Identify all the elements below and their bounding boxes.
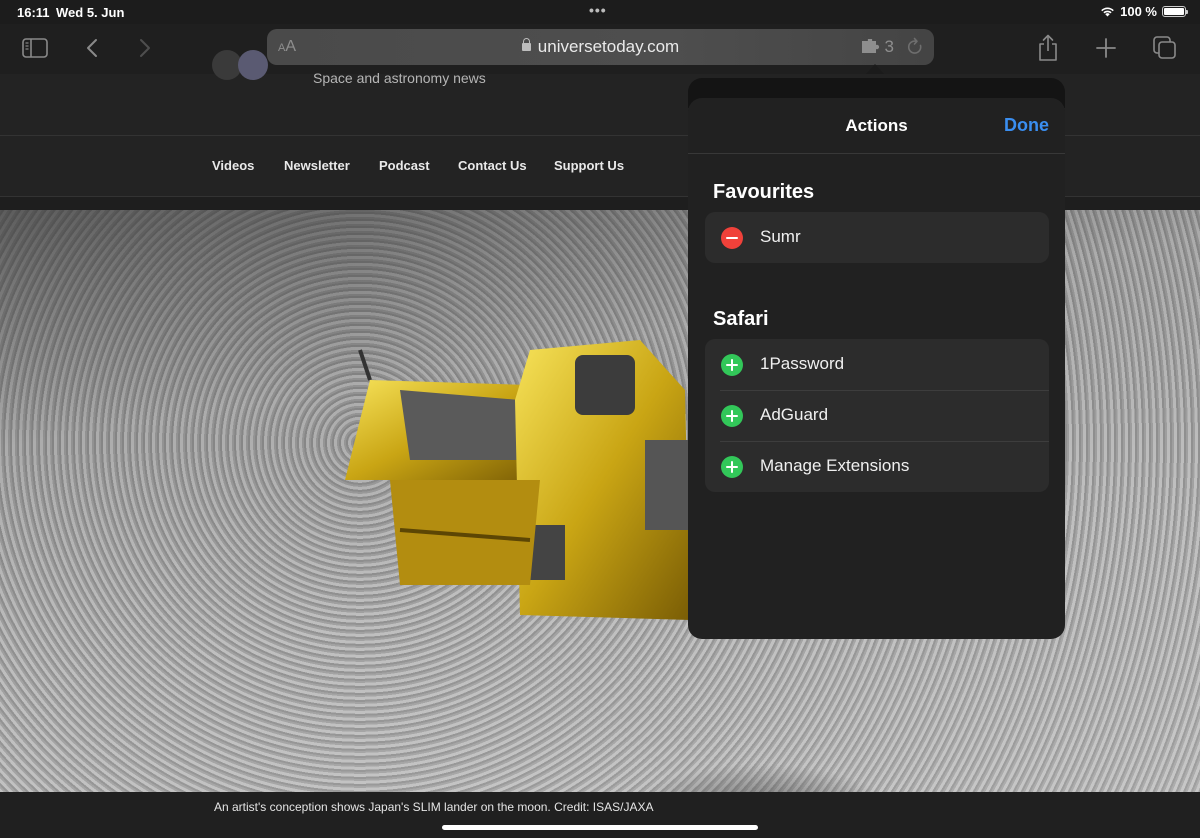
list-item-label: Sumr <box>760 227 801 246</box>
battery-percentage: 100 % <box>1120 4 1157 19</box>
image-caption: An artist's conception shows Japan's SLI… <box>214 800 654 814</box>
remove-circle-icon[interactable] <box>721 227 743 249</box>
favourites-group: Sumr <box>705 212 1049 263</box>
battery-icon <box>1162 6 1188 17</box>
home-indicator[interactable] <box>442 825 758 830</box>
site-logo[interactable] <box>212 50 272 80</box>
safari-toolbar: AA universetoday.com 3 <box>0 24 1200 74</box>
status-date: Wed 5. Jun <box>56 5 125 20</box>
address-bar[interactable]: AA universetoday.com 3 <box>267 29 934 65</box>
new-tab-icon[interactable] <box>1091 34 1121 62</box>
lander-illustration <box>345 340 690 620</box>
share-icon[interactable] <box>1033 34 1063 62</box>
tabs-overview-icon[interactable] <box>1150 34 1180 62</box>
safari-group: 1Password AdGuard Manage Extensions <box>705 339 1049 492</box>
section-title-favourites: Favourites <box>713 181 815 203</box>
list-item-label: AdGuard <box>760 405 829 424</box>
add-circle-icon[interactable] <box>721 354 743 376</box>
extension-count: 3 <box>884 37 894 56</box>
nav-link-videos[interactable]: Videos <box>212 158 254 173</box>
puzzle-piece-icon <box>861 39 879 53</box>
add-circle-icon[interactable] <box>721 405 743 427</box>
site-tagline: Space and astronomy news <box>313 70 486 86</box>
nav-link-support-us[interactable]: Support Us <box>554 158 624 173</box>
list-item-label: Manage Extensions <box>760 456 910 475</box>
popover-header: Actions Done <box>688 98 1065 154</box>
list-item-1password[interactable]: 1Password <box>705 339 1049 390</box>
url-text: universetoday.com <box>537 37 680 56</box>
done-button[interactable]: Done <box>1004 115 1049 136</box>
back-icon[interactable] <box>77 34 107 62</box>
status-time: 16:11 <box>17 5 50 20</box>
sidebar-icon[interactable] <box>20 34 50 62</box>
wifi-icon <box>1101 7 1114 17</box>
nav-link-contact-us[interactable]: Contact Us <box>458 158 527 173</box>
section-title-safari: Safari <box>713 308 769 330</box>
nav-link-newsletter[interactable]: Newsletter <box>284 158 350 173</box>
popover-arrow <box>866 64 884 74</box>
forward-icon[interactable] <box>130 34 160 62</box>
list-item-manage-extensions[interactable]: Manage Extensions <box>705 441 1049 492</box>
status-bar: 16:11 Wed 5. Jun ••• 100 % <box>0 0 1200 24</box>
multitasking-dots[interactable]: ••• <box>589 2 607 18</box>
caption-bar: An artist's conception shows Japan's SLI… <box>0 792 1200 838</box>
actions-popover: Actions Done Favourites Sumr Safari 1Pas… <box>688 98 1065 639</box>
list-item-sumr[interactable]: Sumr <box>705 212 1049 263</box>
nav-link-podcast[interactable]: Podcast <box>379 158 430 173</box>
lock-icon <box>521 38 531 51</box>
add-circle-icon[interactable] <box>721 456 743 478</box>
status-right: 100 % <box>1100 4 1188 19</box>
list-item-label: 1Password <box>760 354 845 373</box>
extensions-button[interactable]: 3 <box>861 37 894 57</box>
reload-icon[interactable] <box>906 37 924 62</box>
list-item-adguard[interactable]: AdGuard <box>705 390 1049 441</box>
url-display[interactable]: universetoday.com <box>267 37 934 57</box>
